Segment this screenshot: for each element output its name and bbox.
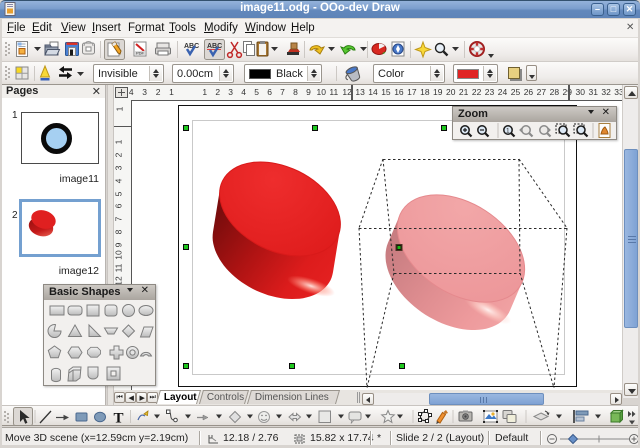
- svg-text:T: T: [114, 411, 124, 427]
- svg-text:ABC: ABC: [184, 43, 199, 50]
- svg-text:PDF: PDF: [136, 51, 145, 56]
- svg-text:1: 1: [506, 128, 510, 135]
- svg-text:ABC: ABC: [207, 43, 222, 50]
